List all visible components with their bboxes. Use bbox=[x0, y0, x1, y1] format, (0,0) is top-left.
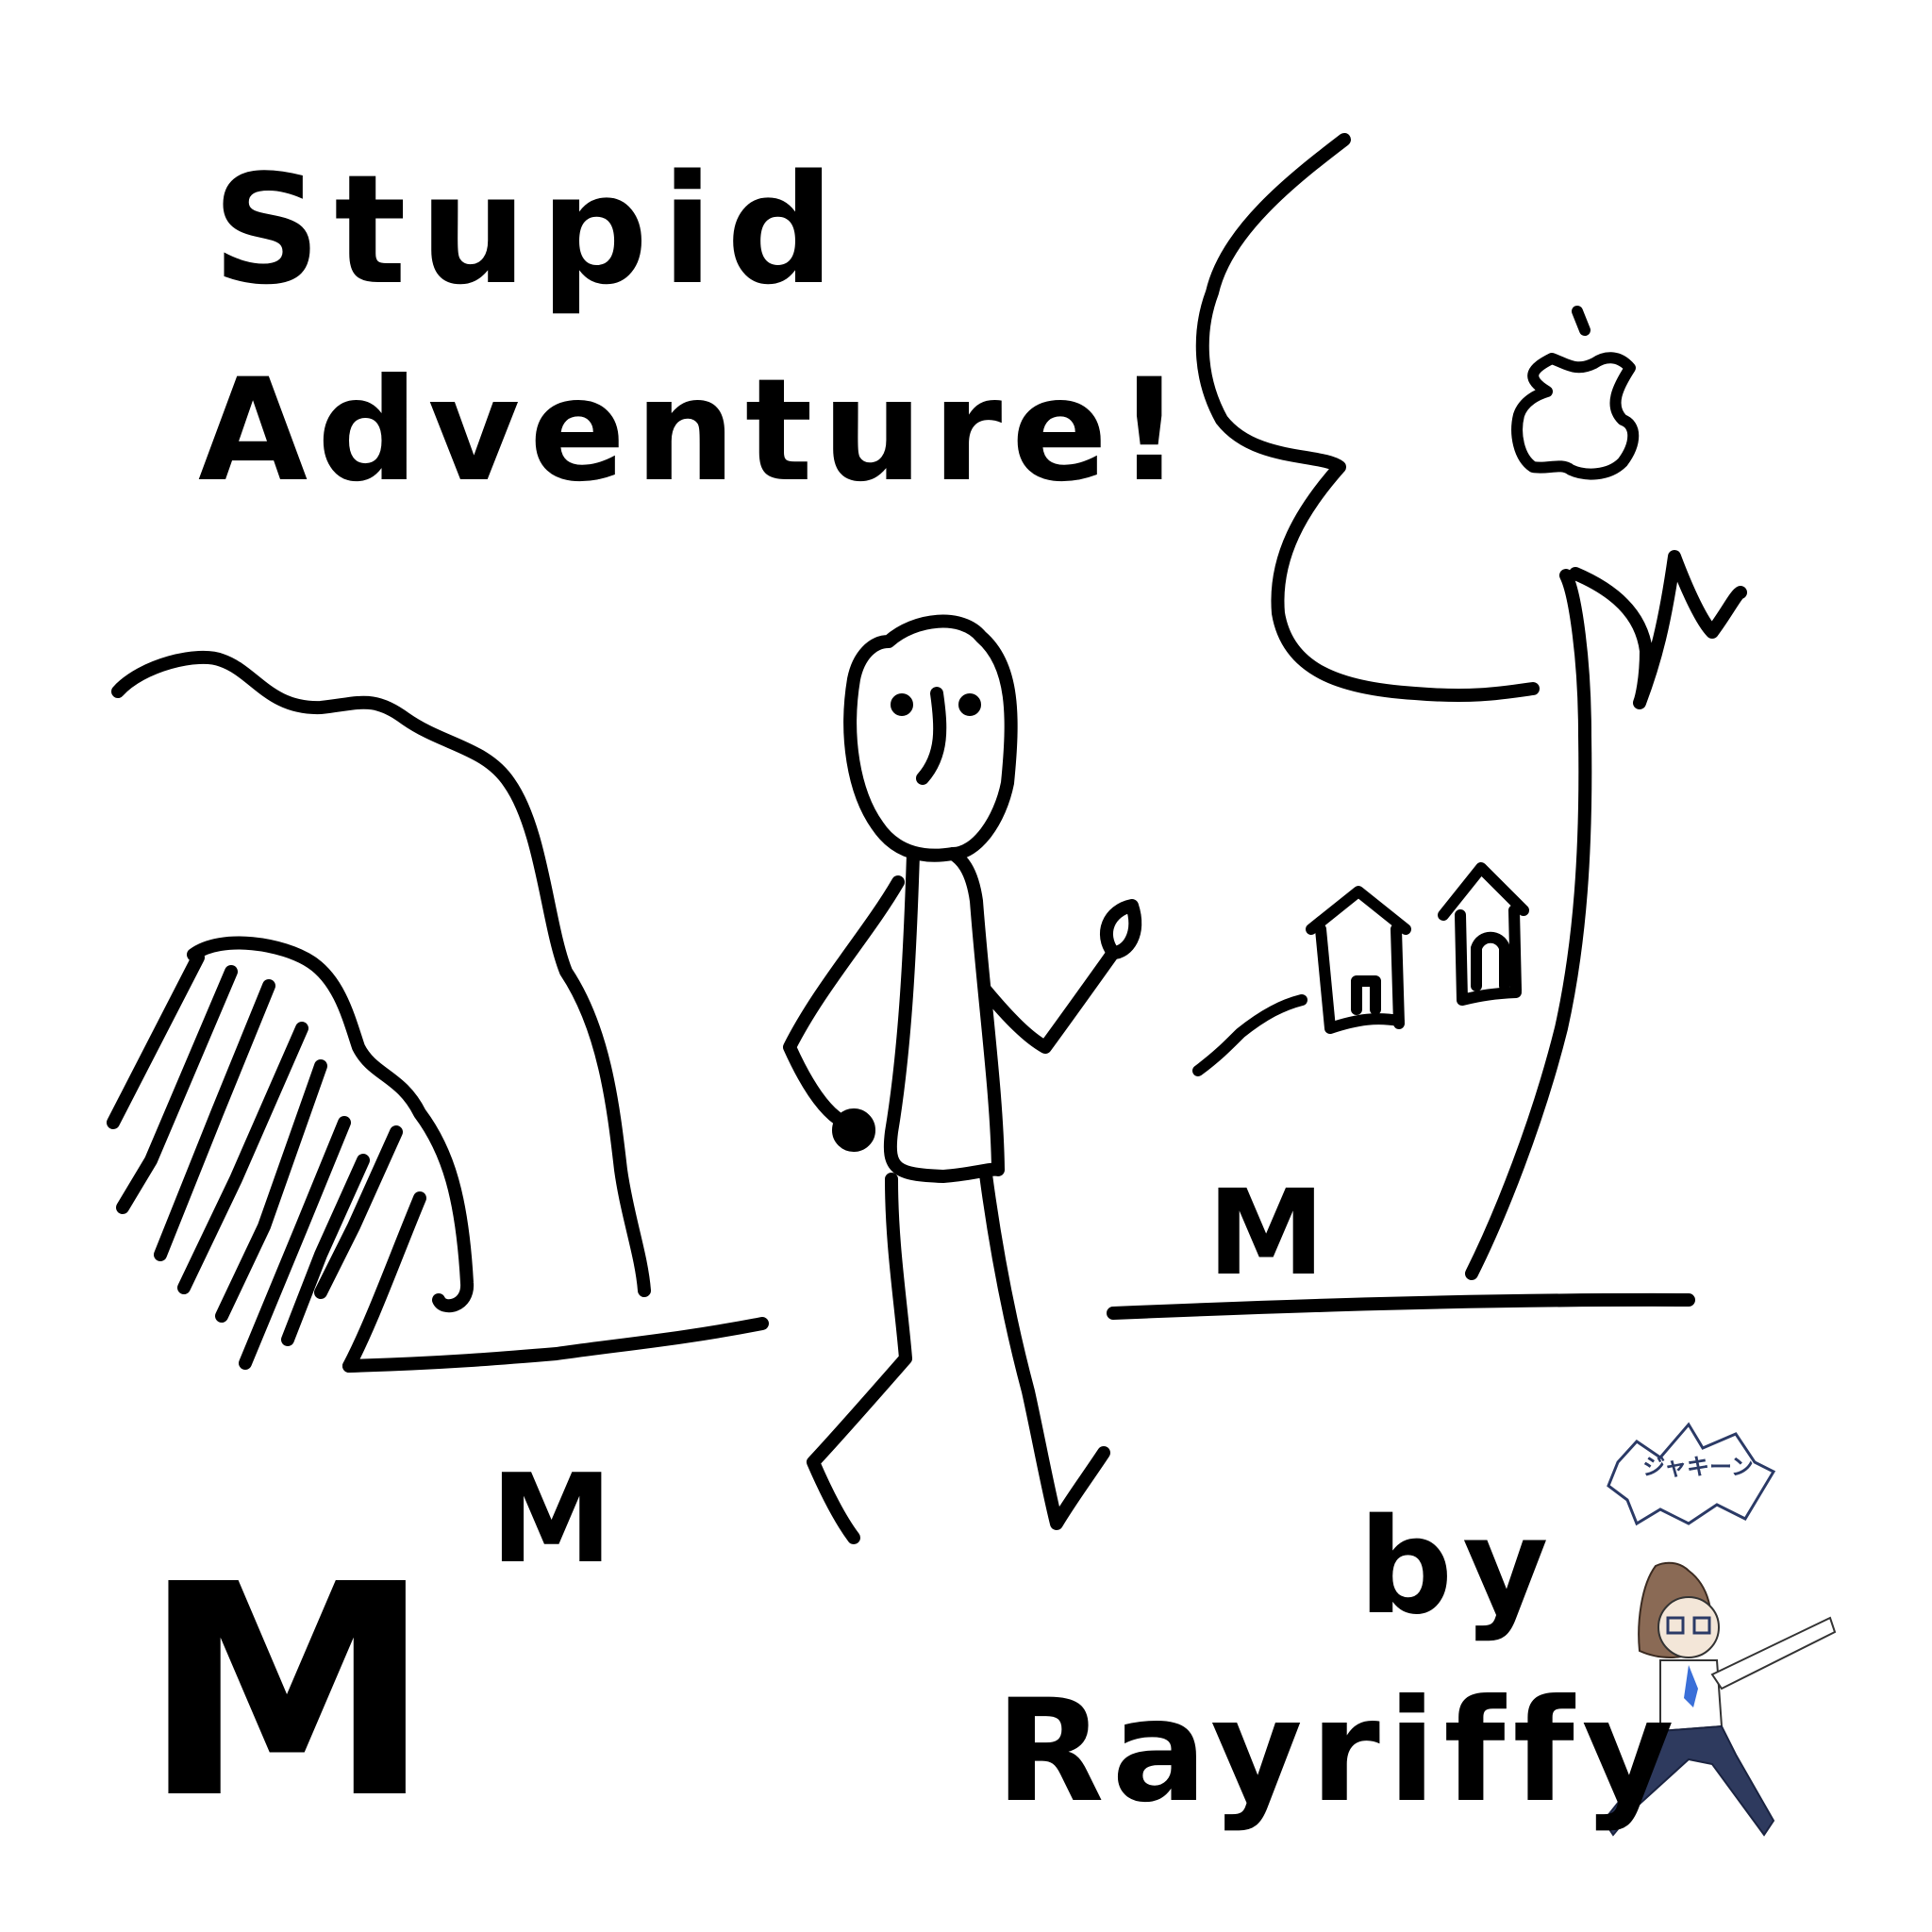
house-right bbox=[1438, 862, 1529, 1006]
figure-right-leg bbox=[979, 1168, 1110, 1530]
figure-head bbox=[843, 614, 1018, 862]
title-line-1: Stupid bbox=[212, 142, 848, 318]
avatar-sound-effect: ジャキーン bbox=[1642, 1454, 1754, 1480]
waterfall-drawing bbox=[107, 936, 474, 1373]
village-path bbox=[1192, 994, 1307, 1076]
river-right-bank bbox=[1465, 569, 1592, 1280]
m-mark-large: M bbox=[142, 1523, 433, 1863]
river-spark bbox=[1569, 550, 1747, 709]
figure-left-leg bbox=[807, 1173, 912, 1544]
figure-left-arm bbox=[783, 875, 905, 1129]
ground-left bbox=[342, 1317, 769, 1373]
figure-torso bbox=[883, 847, 1005, 1183]
figure-right-arm bbox=[979, 946, 1120, 1054]
credit-by: by bbox=[1358, 1491, 1558, 1644]
ground-right bbox=[1107, 1292, 1695, 1320]
river-left-bank bbox=[1195, 133, 1540, 703]
m-mark-small: M bbox=[491, 1447, 613, 1591]
apple-drawing bbox=[1511, 306, 1640, 480]
house-left bbox=[1306, 886, 1411, 1034]
m-mark-right: M bbox=[1208, 1165, 1325, 1302]
stick-figure bbox=[783, 614, 1142, 1544]
title-line-2: Adventure! bbox=[198, 349, 1191, 513]
credit-author: Rayriffy bbox=[995, 1670, 1682, 1834]
illustration-canvas: Stupid Adventure! by Rayriffy M M M ジャキー… bbox=[0, 0, 1932, 1932]
